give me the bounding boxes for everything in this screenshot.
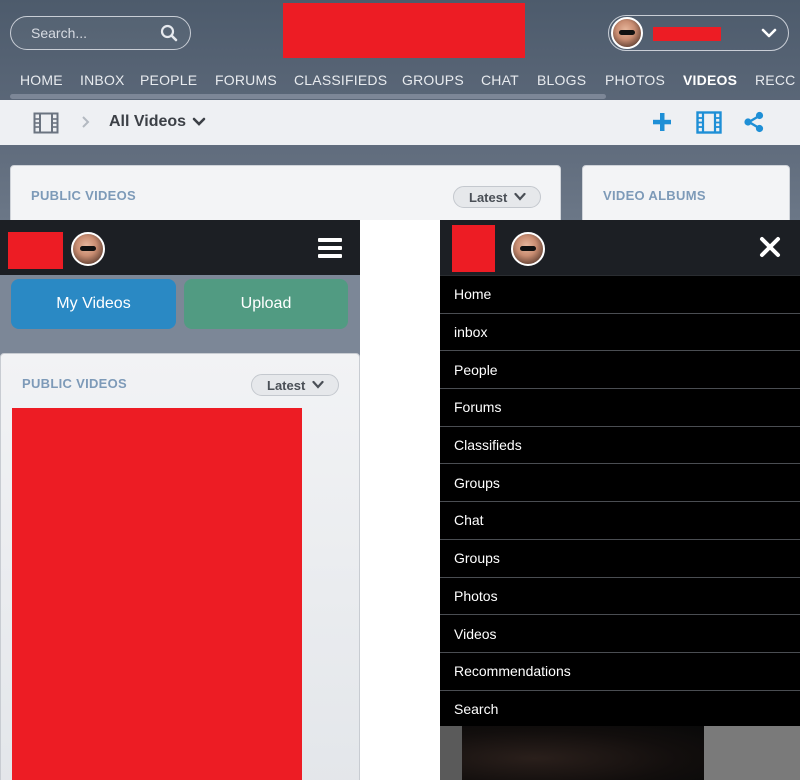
video-albums-panel: VIDEO ALBUMS <box>582 165 790 220</box>
menu-item-groups-2[interactable]: Groups <box>440 538 800 577</box>
avatar[interactable] <box>71 232 105 266</box>
mobile-header <box>0 220 360 275</box>
sub-toolbar: All Videos <box>0 100 800 145</box>
site-logo[interactable] <box>283 3 525 58</box>
public-videos-panel: PUBLIC VIDEOS Latest <box>10 165 561 220</box>
menu-item-home[interactable]: Home <box>440 275 800 313</box>
sort-dropdown[interactable]: Latest <box>251 374 339 396</box>
mobile-header <box>440 220 800 275</box>
add-video-icon[interactable] <box>651 111 673 133</box>
search-input[interactable] <box>11 17 161 49</box>
username-redacted <box>653 27 721 41</box>
menu-item-inbox[interactable]: inbox <box>440 312 800 351</box>
chevron-down-icon <box>312 380 324 389</box>
menu-item-photos[interactable]: Photos <box>440 576 800 615</box>
desktop-view: HOME INBOX PEOPLE FORUMS CLASSIFIEDS GRO… <box>0 0 800 220</box>
avatar <box>611 17 643 49</box>
public-videos-panel: PUBLIC VIDEOS Latest <box>0 353 360 780</box>
avatar[interactable] <box>511 232 545 266</box>
site-logo[interactable] <box>452 225 495 272</box>
nav-classifieds[interactable]: CLASSIFIEDS <box>294 72 387 88</box>
sort-dropdown[interactable]: Latest <box>453 186 541 208</box>
nav-scrollbar[interactable] <box>10 94 606 99</box>
menu-item-classifieds[interactable]: Classifieds <box>440 425 800 464</box>
menu-item-forums[interactable]: Forums <box>440 388 800 426</box>
nav-inbox[interactable]: INBOX <box>80 72 125 88</box>
chevron-down-icon[interactable] <box>192 116 206 128</box>
hamburger-menu-icon[interactable] <box>318 238 342 258</box>
menu-item-recommendations[interactable]: Recommendations <box>440 651 800 690</box>
close-icon[interactable] <box>758 235 782 259</box>
chevron-down-icon <box>514 192 526 201</box>
nav-chat[interactable]: CHAT <box>481 72 519 88</box>
my-videos-button[interactable]: My Videos <box>11 279 176 329</box>
menu-item-groups[interactable]: Groups <box>440 463 800 502</box>
sort-label: Latest <box>267 378 306 393</box>
user-menu[interactable] <box>608 15 789 51</box>
film-icon[interactable] <box>33 112 59 134</box>
panel-title: PUBLIC VIDEOS <box>31 188 137 203</box>
menu-item-chat[interactable]: Chat <box>440 501 800 539</box>
breadcrumb-all-videos[interactable]: All Videos <box>109 113 186 131</box>
menu-item-people[interactable]: People <box>440 350 800 389</box>
nav-blogs[interactable]: BLOGS <box>537 72 586 88</box>
search-icon[interactable] <box>160 24 178 42</box>
panel-title: VIDEO ALBUMS <box>603 188 706 203</box>
share-icon[interactable] <box>743 111 765 133</box>
nav-forums[interactable]: FORUMS <box>215 72 277 88</box>
film-icon[interactable] <box>696 111 722 134</box>
nav-photos[interactable]: PHOTOS <box>605 72 665 88</box>
mobile-view: My Videos Upload PUBLIC VIDEOS Latest <box>0 220 360 780</box>
site-logo[interactable] <box>8 232 63 269</box>
chevron-down-icon[interactable] <box>760 24 778 42</box>
nav-recommendations[interactable]: RECC <box>755 72 795 88</box>
video-thumbnail[interactable] <box>12 408 302 780</box>
mobile-menu-view: Home inbox People Forums Classifieds Gro… <box>440 220 800 780</box>
upload-button[interactable]: Upload <box>184 279 348 329</box>
mobile-menu: Home inbox People Forums Classifieds Gro… <box>440 275 800 728</box>
menu-item-search[interactable]: Search <box>440 689 800 728</box>
sort-label: Latest <box>469 190 508 205</box>
panel-title: PUBLIC VIDEOS <box>22 376 128 391</box>
menu-item-videos[interactable]: Videos <box>440 614 800 652</box>
main-nav: HOME INBOX PEOPLE FORUMS CLASSIFIEDS GRO… <box>0 72 800 94</box>
chevron-right-icon <box>82 116 90 128</box>
background-content <box>440 726 800 780</box>
search-box[interactable] <box>10 16 191 50</box>
nav-videos[interactable]: VIDEOS <box>683 72 737 88</box>
nav-home[interactable]: HOME <box>20 72 63 88</box>
nav-groups[interactable]: GROUPS <box>402 72 464 88</box>
nav-people[interactable]: PEOPLE <box>140 72 197 88</box>
